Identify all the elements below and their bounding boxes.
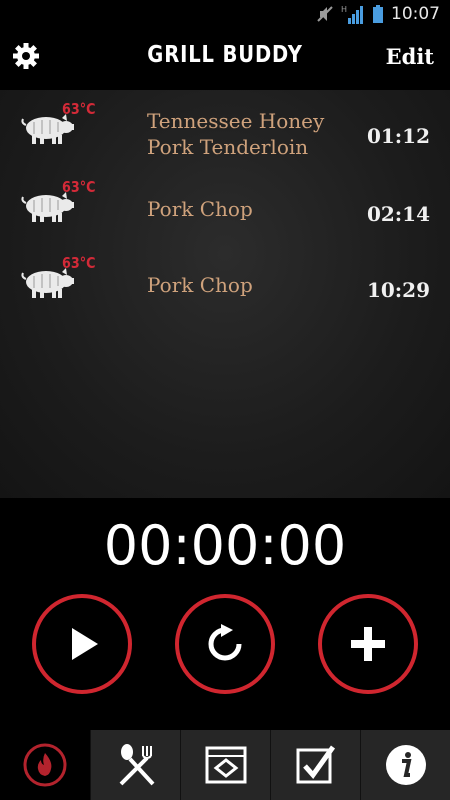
tab-timers[interactable]: [0, 730, 90, 800]
checklist-icon: [296, 745, 335, 784]
recipe-list: 63°C Tennessee Honey Pork Tenderloin 01:…: [0, 90, 450, 498]
temperature-label: 63°C: [62, 100, 96, 118]
tab-info[interactable]: [360, 730, 450, 800]
list-item[interactable]: 63°C Pork Chop 10:29: [0, 250, 450, 326]
recipe-name: Pork Chop: [147, 273, 253, 297]
recipe-duration: 02:14: [366, 202, 430, 226]
reset-button[interactable]: [175, 594, 275, 694]
status-time: 10:07: [391, 4, 440, 24]
battery-icon: [373, 5, 383, 23]
utensils-icon: [119, 744, 154, 786]
timer-panel: 00:00:00: [0, 498, 450, 730]
add-button[interactable]: [318, 594, 418, 694]
tab-grill[interactable]: [180, 730, 270, 800]
network-type: H: [341, 5, 347, 14]
flame-icon: [23, 743, 67, 787]
tab-checklist[interactable]: [270, 730, 360, 800]
recipe-name: Pork Chop: [147, 197, 253, 221]
play-button[interactable]: [32, 594, 132, 694]
recipe-name: Tennessee Honey Pork Tenderloin: [147, 109, 325, 159]
edit-button[interactable]: Edit: [386, 44, 434, 69]
list-item[interactable]: 63°C Tennessee Honey Pork Tenderloin 01:…: [0, 96, 450, 172]
recipe-duration: 10:29: [366, 278, 430, 302]
tab-recipes[interactable]: [90, 730, 180, 800]
reset-icon: [208, 624, 242, 661]
tab-bar: [0, 730, 450, 800]
temperature-label: 63°C: [62, 178, 96, 196]
app-title: GRILL BUDDY: [147, 42, 303, 68]
signal-icon: H: [341, 5, 363, 24]
temperature-label: 63°C: [62, 254, 96, 272]
grill-icon: [205, 746, 246, 784]
add-icon: [351, 627, 385, 661]
status-icons: H 10:07: [317, 4, 440, 24]
play-icon: [72, 628, 98, 660]
mute-icon: [317, 6, 333, 22]
app-header: GRILL BUDDY Edit: [0, 30, 450, 85]
status-bar: H 10:07: [0, 0, 450, 30]
info-icon: [385, 745, 426, 785]
list-item[interactable]: 63°C Pork Chop 02:14: [0, 174, 450, 250]
timer-display: 00:00:00: [103, 514, 347, 577]
recipe-duration: 01:12: [366, 124, 430, 148]
